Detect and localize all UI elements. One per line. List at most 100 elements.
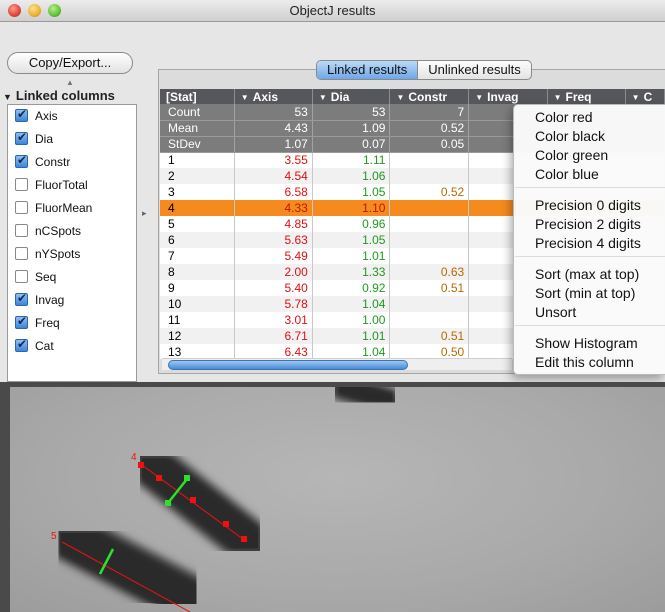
table-cell[interactable]: 1.01 <box>312 328 391 344</box>
checkbox[interactable] <box>15 178 28 191</box>
table-cell[interactable]: 0.63 <box>389 264 470 280</box>
table-cell[interactable]: 3 <box>160 184 235 200</box>
table-cell[interactable]: 5.49 <box>234 248 313 264</box>
table-cell[interactable]: 9 <box>160 280 235 296</box>
checkbox[interactable] <box>15 201 28 214</box>
tab-linked-results[interactable]: Linked results <box>317 61 418 79</box>
table-cell[interactable]: 11 <box>160 312 235 328</box>
table-cell[interactable]: 53 <box>312 104 391 121</box>
table-cell[interactable] <box>389 216 470 232</box>
table-cell[interactable]: 1.00 <box>312 312 391 328</box>
menu-item[interactable]: Sort (max at top) <box>535 265 639 284</box>
table-cell[interactable]: 2.00 <box>234 264 313 280</box>
menu-item[interactable]: Color blue <box>535 165 599 184</box>
column-header-2[interactable]: ▼ Dia <box>312 89 391 104</box>
table-cell[interactable]: 0.07 <box>312 136 391 153</box>
checkbox[interactable] <box>15 337 28 352</box>
checkbox[interactable] <box>15 291 28 306</box>
splitter-handle-icon[interactable]: ▸ <box>142 208 147 219</box>
column-menu-arrow-icon[interactable]: ▼ <box>396 93 404 102</box>
menu-item[interactable]: Precision 2 digits <box>535 215 641 234</box>
table-cell[interactable]: 4.54 <box>234 168 313 184</box>
axis-point[interactable] <box>241 536 247 542</box>
menu-item[interactable]: Precision 0 digits <box>535 196 641 215</box>
table-cell[interactable]: 1.05 <box>312 184 391 200</box>
menu-item[interactable]: Color red <box>535 108 593 127</box>
menu-item[interactable]: Color green <box>535 146 608 165</box>
table-cell[interactable] <box>389 200 470 216</box>
checkbox[interactable] <box>15 130 28 145</box>
column-checkbox-4[interactable]: FluorMean <box>15 201 92 219</box>
diameter-point[interactable] <box>165 500 171 506</box>
column-checkbox-1[interactable]: Dia <box>15 130 53 150</box>
menu-item[interactable]: Precision 4 digits <box>535 234 641 253</box>
axis-point[interactable] <box>223 521 229 527</box>
table-cell[interactable] <box>389 152 470 168</box>
table-cell[interactable]: 0.51 <box>389 328 470 344</box>
column-header-1[interactable]: ▼ Axis <box>234 89 313 104</box>
table-cell[interactable]: 0.52 <box>389 120 470 137</box>
table-cell[interactable]: 5.78 <box>234 296 313 312</box>
table-cell[interactable]: 2 <box>160 168 235 184</box>
table-cell[interactable]: 1.07 <box>234 136 313 153</box>
menu-item[interactable]: Sort (min at top) <box>535 284 635 303</box>
column-menu-arrow-icon[interactable]: ▼ <box>554 93 562 102</box>
table-cell[interactable]: 5 <box>160 216 235 232</box>
table-cell[interactable]: 1.11 <box>312 152 391 168</box>
column-checkbox-3[interactable]: FluorTotal <box>15 178 88 196</box>
title-bar[interactable]: ObjectJ results <box>0 0 665 22</box>
axis-point[interactable] <box>190 497 196 503</box>
table-cell[interactable]: 6.71 <box>234 328 313 344</box>
menu-item[interactable]: Unsort <box>535 303 576 322</box>
column-checkbox-7[interactable]: Seq <box>15 270 56 288</box>
table-cell[interactable]: 13 <box>160 344 235 359</box>
axis-point[interactable] <box>156 475 162 481</box>
table-cell[interactable]: 4.43 <box>234 120 313 137</box>
menu-item[interactable]: Color black <box>535 127 605 146</box>
column-header-6[interactable]: ▼ C <box>625 89 665 104</box>
table-cell[interactable]: 1.33 <box>312 264 391 280</box>
column-header-5[interactable]: ▼ Freq <box>547 89 626 104</box>
table-cell[interactable]: 7 <box>389 104 470 121</box>
table-cell[interactable]: 0.05 <box>389 136 470 153</box>
table-cell[interactable]: 4 <box>160 200 235 216</box>
table-cell[interactable]: 4.85 <box>234 216 313 232</box>
table-cell[interactable]: 53 <box>234 104 313 121</box>
table-cell[interactable]: 7 <box>160 248 235 264</box>
table-cell[interactable]: 6.43 <box>234 344 313 359</box>
table-cell[interactable]: StDev <box>160 136 235 153</box>
disclosure-triangle-icon[interactable]: ▼ <box>3 92 12 102</box>
table-cell[interactable]: 5.40 <box>234 280 313 296</box>
column-menu-arrow-icon[interactable]: ▼ <box>319 93 327 102</box>
column-header-4[interactable]: ▼ Invag <box>468 89 548 104</box>
microscope-image[interactable]: 4 5 <box>10 387 665 612</box>
table-cell[interactable]: 1.04 <box>312 344 391 359</box>
checkbox[interactable] <box>15 107 28 122</box>
table-cell[interactable]: 1.05 <box>312 232 391 248</box>
column-checkbox-10[interactable]: Cat <box>15 337 54 357</box>
table-cell[interactable]: 0.96 <box>312 216 391 232</box>
column-menu-arrow-icon[interactable]: ▼ <box>475 93 483 102</box>
column-checkbox-0[interactable]: Axis <box>15 107 58 127</box>
table-cell[interactable]: 1 <box>160 152 235 168</box>
table-cell[interactable]: 5.63 <box>234 232 313 248</box>
table-cell[interactable]: 1.04 <box>312 296 391 312</box>
table-cell[interactable]: 10 <box>160 296 235 312</box>
table-cell[interactable] <box>389 296 470 312</box>
scrollbar-thumb[interactable] <box>168 360 408 370</box>
table-cell[interactable]: Mean <box>160 120 235 137</box>
table-cell[interactable]: 1.01 <box>312 248 391 264</box>
table-cell[interactable]: 3.01 <box>234 312 313 328</box>
table-cell[interactable]: 0.50 <box>389 344 470 359</box>
linked-columns-header[interactable]: ▼ Linked columns <box>3 88 115 103</box>
table-cell[interactable]: Count <box>160 104 235 121</box>
tab-unlinked-results[interactable]: Unlinked results <box>417 61 531 79</box>
column-menu-arrow-icon[interactable]: ▼ <box>241 93 249 102</box>
menu-item[interactable]: Show Histogram <box>535 334 638 353</box>
table-cell[interactable] <box>389 168 470 184</box>
table-cell[interactable]: 8 <box>160 264 235 280</box>
table-cell[interactable]: 12 <box>160 328 235 344</box>
table-cell[interactable] <box>389 312 470 328</box>
column-header-0[interactable]: [Stat] <box>160 89 235 104</box>
checkbox[interactable] <box>15 153 28 168</box>
